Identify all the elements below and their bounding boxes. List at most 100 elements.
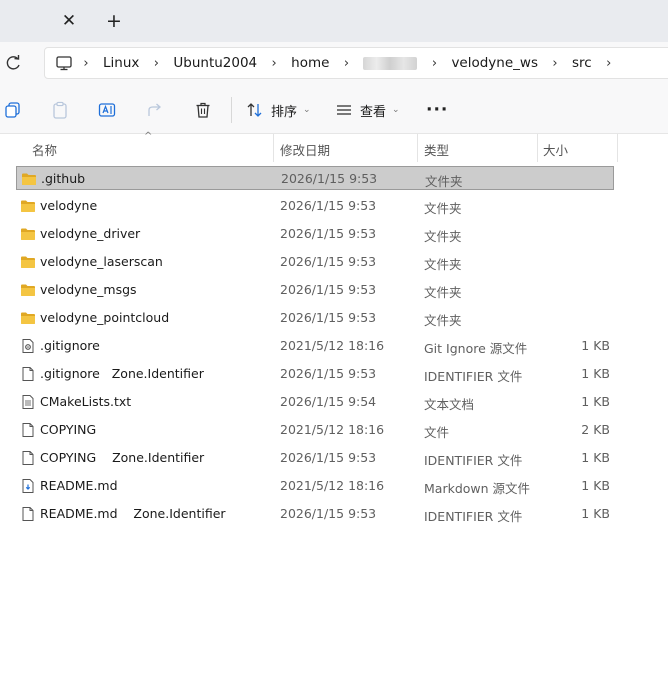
file-size: 1 KB [581,450,610,465]
file-row[interactable]: velodyne_msgs 2026/1/15 9:53 文件夹 [16,278,614,302]
more-options-button[interactable]: ··· [426,100,448,120]
close-tab-icon[interactable]: ✕ [58,10,80,32]
breadcrumb-chevron-icon[interactable]: › [596,56,622,71]
file-row[interactable]: velodyne_pointcloud 2026/1/15 9:53 文件夹 [16,306,614,330]
folder-icon [20,226,36,242]
title-bar: ✕ + [0,0,668,42]
view-icon [337,105,351,115]
breadcrumb-chevron-icon[interactable]: › [143,56,169,71]
column-divider[interactable] [537,134,538,162]
column-name[interactable]: 名称 [32,140,57,159]
column-type[interactable]: 类型 [424,140,449,159]
file-name: velodyne [40,198,98,213]
breadcrumb-linux[interactable]: Linux [99,55,143,71]
file-type: 文件夹 [425,174,463,189]
file-date: 2021/5/12 18:16 [280,422,385,437]
breadcrumb-home[interactable]: home [287,55,333,71]
folder-icon [20,254,36,270]
refresh-icon[interactable] [4,53,22,73]
breadcrumb-chevron-icon[interactable]: › [333,56,359,71]
sort-icon [247,103,262,117]
paste-button[interactable] [51,100,69,120]
file-name: .gitignore [40,338,100,353]
view-label: 查看 [360,104,387,120]
file-row[interactable]: velodyne_laserscan 2026/1/15 9:53 文件夹 [16,250,614,274]
file-type: 文件夹 [424,229,462,244]
file-type: 文件 [424,425,450,440]
file-row[interactable]: CMakeLists.txt 2026/1/15 9:54 文本文档 1 KB [16,390,614,414]
column-divider[interactable] [417,134,418,162]
file-date: 2026/1/15 9:53 [280,198,377,213]
address-bar[interactable]: › Linux › Ubuntu2004 › home › › velodyne… [44,47,668,79]
breadcrumb-chevron-icon[interactable]: › [261,56,287,71]
file-date: 2026/1/15 9:53 [280,450,377,465]
paste-icon [53,101,67,119]
file-size: 1 KB [581,478,610,493]
column-header: ^ 名称 修改日期 类型 大小 [0,131,668,162]
column-date[interactable]: 修改日期 [280,140,330,159]
file-row[interactable]: COPYING Zone.Identifier 2026/1/15 9:53 IDE… [16,446,614,470]
file-date: 2021/5/12 18:16 [280,338,385,353]
file-row[interactable]: README.md 2021/5/12 18:16 Markdown 源文件 1 KB [16,474,614,498]
gear-file-icon [20,338,36,354]
trash-icon [196,102,210,118]
breadcrumb-src[interactable]: src [568,55,596,71]
share-icon [148,103,161,116]
new-tab-button[interactable]: + [102,9,126,33]
file-type: 文件夹 [424,257,462,272]
file-name: README.md Zone.Identifier [40,506,226,521]
breadcrumb-redacted-user[interactable] [363,56,418,70]
column-divider[interactable] [273,134,274,162]
breadcrumb-velodyne-ws[interactable]: velodyne_ws [447,55,542,71]
view-button[interactable]: 查看 ⌄ [335,100,400,120]
rename-button[interactable] [98,100,116,120]
file-name: COPYING [40,422,97,437]
rename-icon [98,103,116,117]
file-date: 2026/1/15 9:53 [281,171,378,186]
file-type: Markdown 源文件 [424,481,531,496]
blank-file-icon [20,450,36,466]
share-button[interactable] [146,100,164,120]
column-size[interactable]: 大小 [543,140,568,159]
delete-button[interactable] [194,100,212,120]
file-date: 2026/1/15 9:53 [280,254,377,269]
file-size: 1 KB [581,366,610,381]
file-date: 2026/1/15 9:53 [280,282,377,297]
file-size: 1 KB [581,394,610,409]
file-date: 2021/5/12 18:16 [280,478,385,493]
markdown-file-icon [20,478,36,494]
folder-icon [21,171,37,187]
file-type: IDENTIFIER 文件 [424,509,523,524]
column-divider[interactable] [617,134,618,162]
folder-icon [20,282,36,298]
file-name: CMakeLists.txt [40,394,132,409]
file-name: README.md [40,478,118,493]
file-date: 2026/1/15 9:54 [280,394,377,409]
file-row[interactable]: .github 2026/1/15 9:53 文件夹 [16,166,614,190]
folder-icon [20,310,36,326]
toolbar-divider [231,97,232,123]
file-name: velodyne_pointcloud [40,310,170,325]
blank-file-icon [20,422,36,438]
blank-file-icon [20,506,36,522]
file-row[interactable]: README.md Zone.Identifier 2026/1/15 9:53 I… [16,502,614,526]
breadcrumb-ubuntu2004[interactable]: Ubuntu2004 [169,55,261,71]
file-type: 文件夹 [424,285,462,300]
file-name: velodyne_driver [40,226,141,241]
breadcrumb-chevron-icon[interactable]: › [421,56,447,71]
file-row[interactable]: COPYING 2021/5/12 18:16 文件 2 KB [16,418,614,442]
breadcrumb-chevron-icon[interactable]: › [73,56,99,71]
file-row[interactable]: velodyne_driver 2026/1/15 9:53 文件夹 [16,222,614,246]
file-type: 文件夹 [424,313,462,328]
sort-button[interactable]: 排序 ⌄ [246,100,311,120]
breadcrumb-chevron-icon[interactable]: › [542,56,568,71]
file-date: 2026/1/15 9:53 [280,226,377,241]
file-type: IDENTIFIER 文件 [424,453,523,468]
copy-button[interactable] [4,100,22,120]
file-name: .gitignore Zone.Identifier [40,366,204,381]
file-row[interactable]: .gitignore 2021/5/12 18:16 Git Ignore 源文件 1… [16,334,614,358]
file-row[interactable]: .gitignore Zone.Identifier 2026/1/15 9:53… [16,362,614,386]
file-row[interactable]: velodyne 2026/1/15 9:53 文件夹 [16,194,614,218]
copy-icon [5,102,20,118]
this-pc-icon[interactable] [55,54,73,72]
